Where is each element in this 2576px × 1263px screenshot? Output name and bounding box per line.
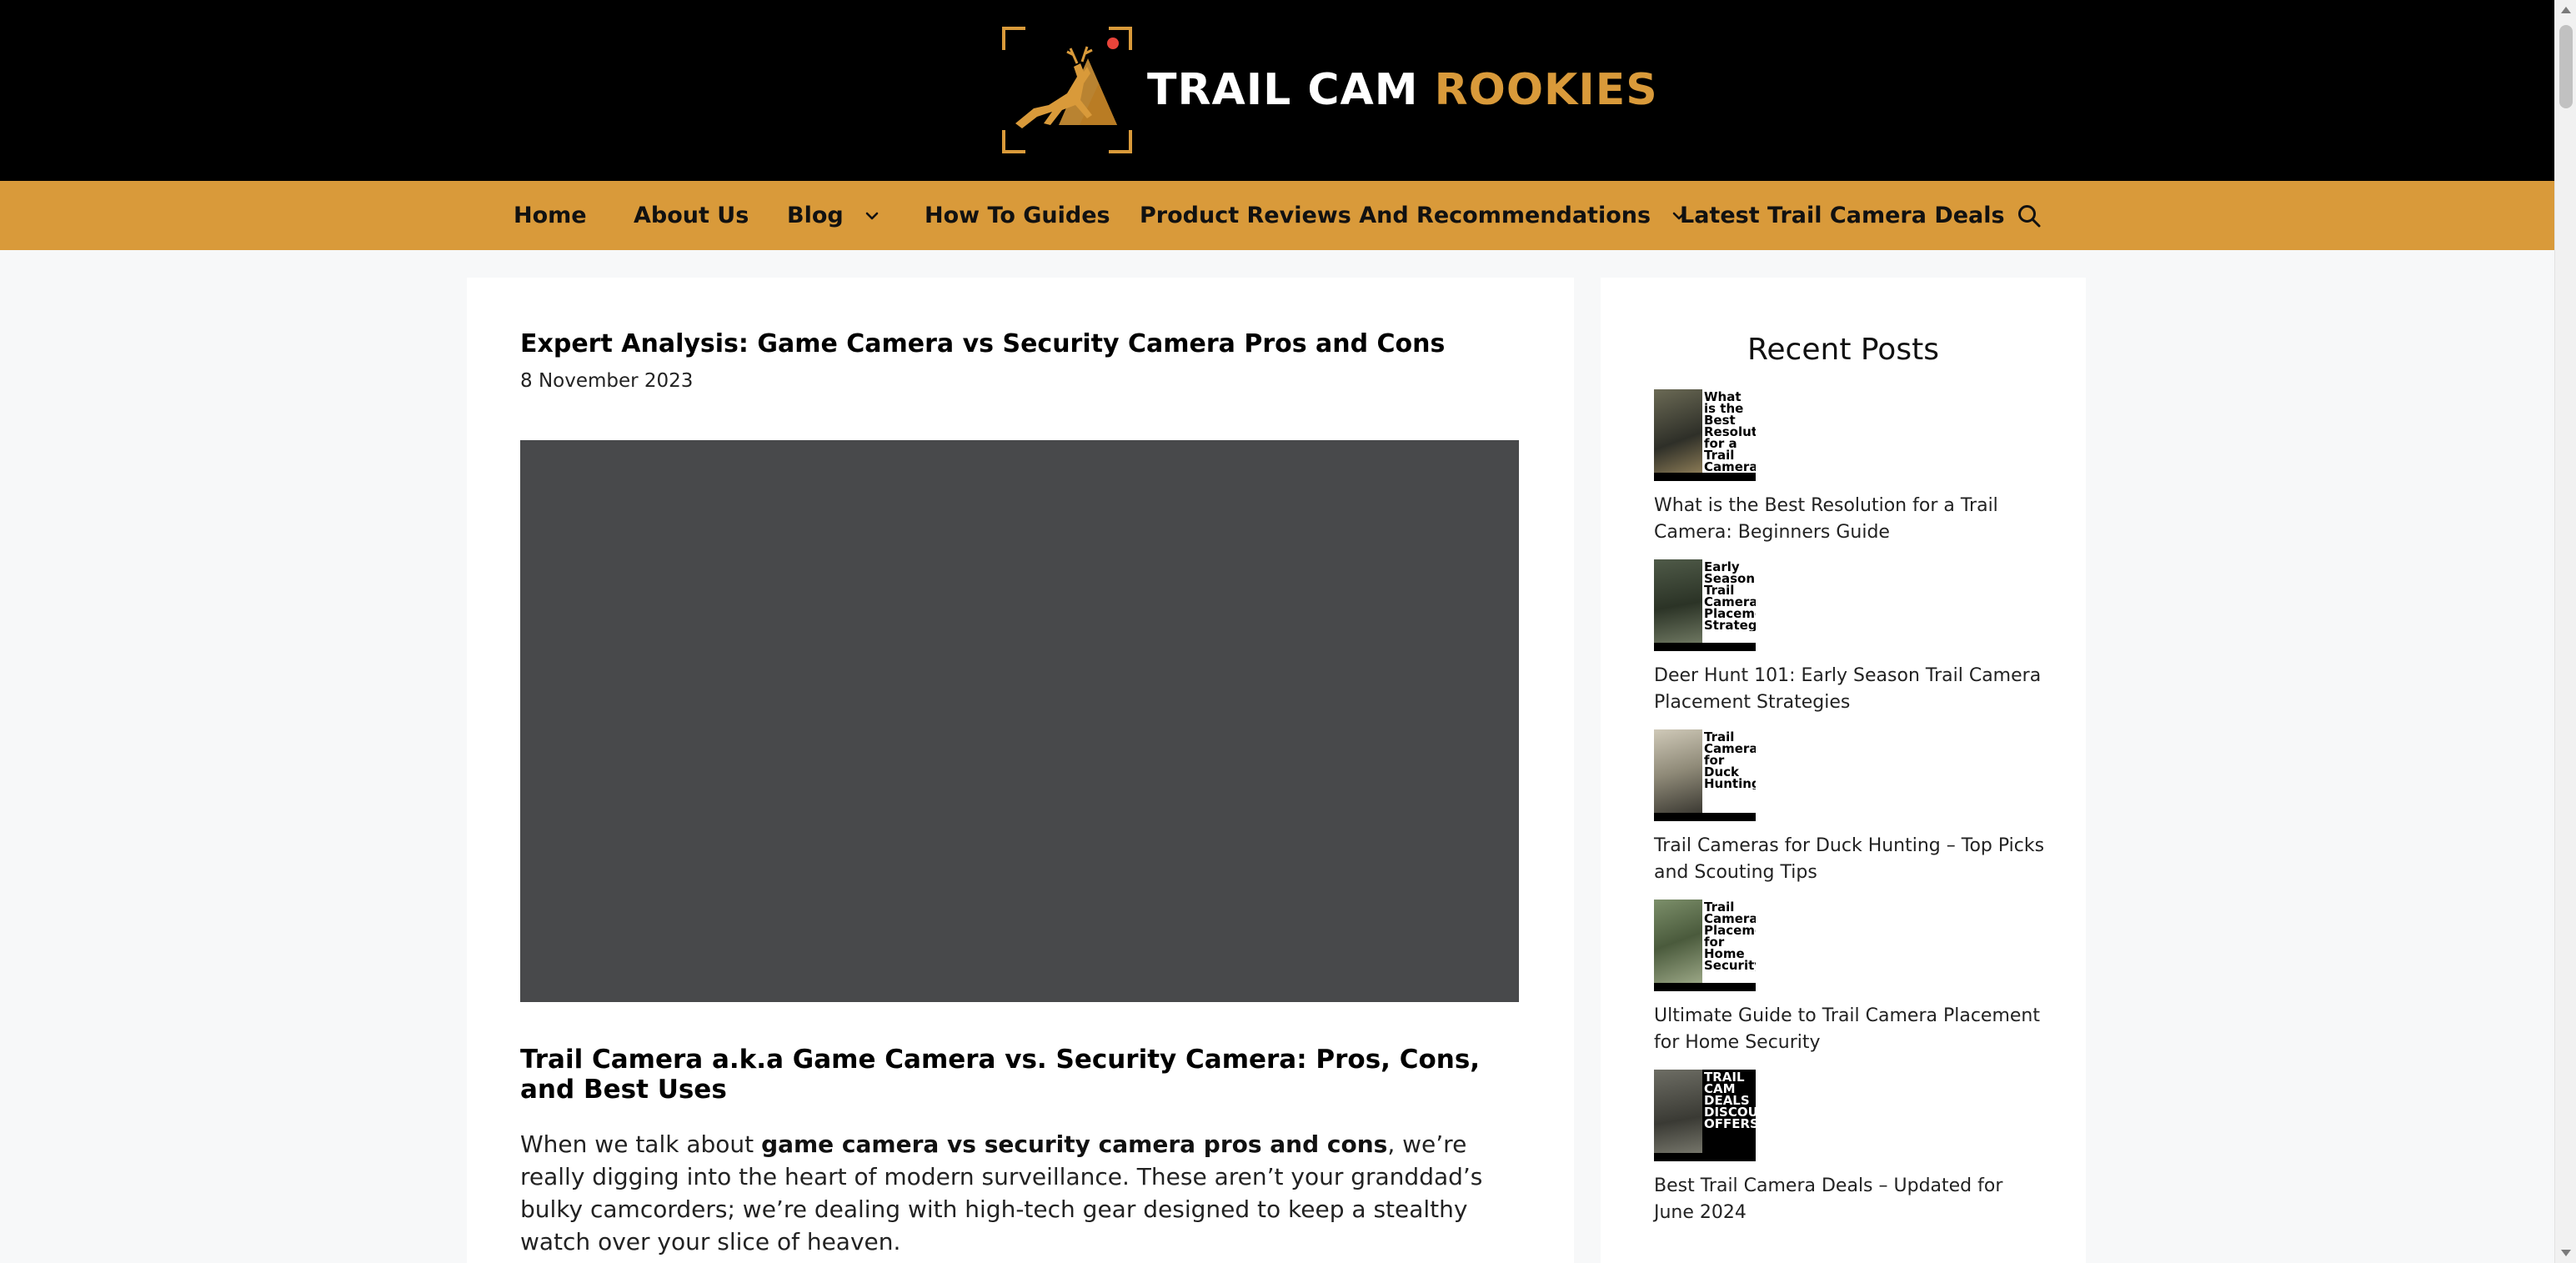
nav-item-blog[interactable]: Blog [787,181,882,250]
article-title: Expert Analysis: Game Camera vs Security… [520,329,1446,358]
article: Expert Analysis: Game Camera vs Security… [467,278,1574,1263]
post-thumbnail[interactable]: Early Season Trail Camera Placement Stra… [1654,559,1756,651]
video-embed[interactable] [520,440,1519,1002]
page-scrollbar[interactable] [2554,0,2576,1263]
post-title-link[interactable]: Trail Cameras for Duck Hunting – Top Pic… [1654,833,2046,886]
post-title-link[interactable]: What is the Best Resolution for a Trail … [1654,493,2046,546]
deer-logo-icon [1000,25,1134,155]
post-thumbnail-photo [1654,559,1702,643]
nav-label-latest-deals: Latest Trail Camera Deals [1680,203,2005,228]
post-thumbnail-strip [1654,643,1756,651]
post-title-link[interactable]: Best Trail Camera Deals – Updated for Ju… [1654,1173,2046,1226]
post-thumbnail[interactable]: What is the Best Resolution for a Trail … [1654,389,1756,481]
article-paragraph: When we talk about game camera vs securi… [520,1128,1529,1258]
section-heading: Trail Camera a.k.a Game Camera vs. Secur… [520,1045,1481,1105]
search-icon[interactable] [2012,181,2046,250]
article-date: 8 November 2023 [520,370,694,392]
nav-item-about-us[interactable]: About Us [634,181,749,250]
sidebar: Recent Posts What is the Best Resolution… [1601,278,2086,1263]
scrollbar-thumb[interactable] [2559,25,2573,108]
post-thumbnail[interactable]: Trail Camera Placement for Home Security [1654,900,1756,991]
nav-label-product-reviews: Product Reviews And Recommendations [1140,203,1651,228]
post-thumbnail-photo [1654,389,1702,473]
post-thumbnail-photo [1654,900,1702,983]
post-thumbnail[interactable]: Trail Cameras for Duck Hunting [1654,729,1756,821]
post-thumbnail-text: TRAIL CAM DEALS DISCOUNT OFFERS [1704,1071,1756,1130]
scroll-down-arrow-icon[interactable] [2561,1250,2571,1256]
site-logo[interactable]: TRAIL CAM ROOKIES [1000,25,1657,155]
nav-item-how-to-guides[interactable]: How To Guides [925,181,1110,250]
post-thumbnail-text: Trail Cameras for Duck Hunting [1704,731,1756,789]
nav-label-blog: Blog [787,203,844,228]
chevron-down-icon[interactable] [862,206,882,226]
paragraph-keyword: game camera vs security camera pros and … [761,1130,1388,1158]
nav-item-product-reviews[interactable]: Product Reviews And Recommendations [1140,181,1689,250]
paragraph-text-start: When we talk about [520,1130,762,1158]
nav-label-how-to-guides: How To Guides [925,203,1110,228]
post-thumbnail-text: Early Season Trail Camera Placement Stra… [1704,561,1756,631]
post-thumbnail-strip [1654,1153,1756,1161]
recent-post-item: TRAIL CAM DEALS DISCOUNT OFFERS Best Tra… [1654,1070,2046,1226]
main-nav: Home About Us Blog How To Guides Product… [0,181,2554,250]
recent-post-item: What is the Best Resolution for a Trail … [1654,389,2046,546]
scroll-up-arrow-icon[interactable] [2561,7,2571,13]
post-thumbnail-photo [1654,1070,1702,1153]
recent-posts-heading: Recent Posts [1747,333,1939,367]
site-logo-text: TRAIL CAM ROOKIES [1147,65,1658,115]
recent-post-item: Trail Cameras for Duck Hunting Trail Cam… [1654,729,2046,886]
post-thumbnail-photo [1654,729,1702,813]
nav-item-home[interactable]: Home [514,181,587,250]
post-thumbnail-strip [1654,983,1756,991]
post-thumbnail[interactable]: TRAIL CAM DEALS DISCOUNT OFFERS [1654,1070,1756,1161]
recent-post-item: Early Season Trail Camera Placement Stra… [1654,559,2046,716]
logo-word-trail-cam: TRAIL CAM [1147,65,1419,115]
nav-label-about-us: About Us [634,203,749,228]
post-thumbnail-text: What is the Best Resolution for a Trail … [1704,391,1756,473]
post-thumbnail-strip [1654,473,1756,481]
recent-post-item: Trail Camera Placement for Home Security… [1654,900,2046,1056]
post-title-link[interactable]: Ultimate Guide to Trail Camera Placement… [1654,1003,2046,1056]
post-thumbnail-strip [1654,813,1756,821]
post-title-link[interactable]: Deer Hunt 101: Early Season Trail Camera… [1654,663,2046,716]
post-thumbnail-text: Trail Camera Placement for Home Security [1704,901,1756,971]
logo-word-rookies: ROOKIES [1434,65,1658,115]
nav-item-latest-deals[interactable]: Latest Trail Camera Deals [1680,181,2005,250]
nav-label-home: Home [514,203,587,228]
site-header: TRAIL CAM ROOKIES [0,0,2554,181]
